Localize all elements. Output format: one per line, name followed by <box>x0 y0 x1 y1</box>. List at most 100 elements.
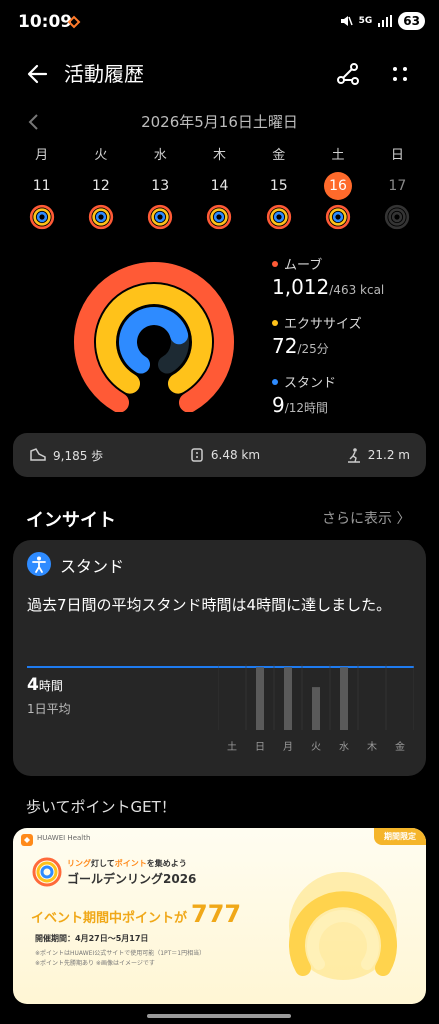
move-goal: /463 kcal <box>329 283 385 297</box>
mini-activity-rings <box>148 204 173 230</box>
distance-icon <box>191 448 203 462</box>
distance-value: 6.48 km <box>210 448 261 462</box>
stand-mini-ring <box>155 211 166 223</box>
exercise-label: エクササイズ <box>284 317 362 332</box>
day-number: 16 <box>324 172 353 200</box>
day-of-week: 水 <box>153 148 167 163</box>
golden-ring-graphic <box>289 872 397 980</box>
activity-rings <box>74 262 234 412</box>
tagline-light: 灯して <box>91 859 115 868</box>
insight-heading: インサイト <box>26 510 116 531</box>
activity-metrics: ムーブ 1,012/463 kcal エクササイズ 72/25分 スタンド 9/… <box>272 254 432 431</box>
average-unit: 時間 <box>38 679 63 693</box>
insight-more-link[interactable]: さらに表示 〉 <box>322 508 410 528</box>
day-column[interactable]: 土 16 <box>308 146 367 230</box>
move-value: 1,012 <box>272 275 330 299</box>
exercise-goal: /25分 <box>297 342 329 356</box>
day-of-week: 金 <box>272 148 286 163</box>
day-column[interactable]: 金 15 <box>249 146 308 230</box>
stand-person-icon <box>27 552 51 576</box>
day-number: 13 <box>151 178 170 194</box>
day-of-week: 木 <box>212 148 226 163</box>
exercise-value: 72 <box>272 334 298 358</box>
week-strip: 月 11 火 12 水 13 木 14 金 15 土 16 日 17 <box>12 146 427 230</box>
status-right: 5G 63 <box>339 12 425 30</box>
promo-period: 開催期間：4月27日～5月17日 <box>35 934 149 943</box>
huawei-health-logo-icon <box>21 834 33 846</box>
chart-day-label: 木 <box>367 741 377 753</box>
limited-badge: 期間限定 <box>374 828 426 845</box>
day-column[interactable]: 日 17 <box>368 146 427 230</box>
day-number: 12 <box>92 178 110 194</box>
move-label: ムーブ <box>284 258 323 273</box>
chart-bar <box>256 667 264 730</box>
stand-mini-ring <box>95 211 107 223</box>
mini-activity-rings <box>385 204 410 230</box>
promo-headline: イベント期間中ポイントが 777 <box>31 900 241 928</box>
average-value: 4時間 <box>27 675 63 695</box>
day-of-week: 日 <box>390 148 404 163</box>
more-options-icon[interactable] <box>386 60 414 88</box>
steps-stat: 9,185 歩 <box>29 447 103 464</box>
chart-day-label: 金 <box>395 740 405 753</box>
shoe-icon <box>30 448 46 461</box>
date-label: 2026年5月16日土曜日 <box>141 113 298 131</box>
day-column[interactable]: 月 11 <box>12 146 71 230</box>
chart-day-label: 月 <box>283 741 293 753</box>
day-column[interactable]: 水 13 <box>131 146 190 230</box>
distance-stat: 6.48 km <box>189 447 260 463</box>
day-number: 15 <box>269 178 288 194</box>
signal-icon <box>378 15 393 27</box>
average-label: 1日平均 <box>27 702 71 716</box>
stats-bar[interactable]: 9,185 歩 6.48 km 21.2 m <box>13 433 426 477</box>
tagline-collect: を集めよう <box>146 859 187 868</box>
day-number: 17 <box>388 178 407 194</box>
chart-bar <box>340 667 348 730</box>
mini-activity-rings <box>266 204 291 230</box>
home-indicator[interactable] <box>147 1014 291 1018</box>
exercise-dot <box>272 319 278 326</box>
campaign-name: ゴールデンリング2026 <box>67 872 197 886</box>
tagline-ring: リング <box>67 859 91 868</box>
day-column[interactable]: 木 14 <box>190 146 249 230</box>
climb-icon <box>347 448 360 463</box>
promo-note-2: ※ポイント先勝期あり ※画像はイメージです <box>35 960 155 967</box>
tagline-points: ポイント <box>114 859 147 868</box>
stand-goal: /12時間 <box>284 401 329 415</box>
battery-indicator: 63 <box>398 12 425 30</box>
day-number: 11 <box>32 178 51 194</box>
stand-mini-ring <box>273 211 284 223</box>
stand-label: スタンド <box>284 376 337 391</box>
share-icon[interactable] <box>334 60 362 88</box>
insight-card-title: スタンド <box>60 557 125 576</box>
chart-day-label: 水 <box>339 741 349 753</box>
day-of-week: 土 <box>331 148 345 163</box>
chart-day-label: 火 <box>311 741 321 753</box>
climb-stat: 21.2 m <box>346 447 410 463</box>
stand-metric: スタンド 9/12時間 <box>272 372 432 417</box>
promo-note-1: ※ポイントはHUAWEI公式サイトで使用可能（1PT＝1円相当） <box>35 950 206 957</box>
chart-day-label: 土 <box>227 740 237 753</box>
chart-day-label: 日 <box>255 742 265 753</box>
day-of-week: 月 <box>35 148 49 163</box>
stand-mini-ring <box>36 211 47 223</box>
chart-bar <box>312 687 320 730</box>
mini-activity-rings <box>88 204 114 230</box>
network-label: 5G <box>358 16 373 26</box>
day-of-week: 火 <box>94 148 108 163</box>
climb-value: 21.2 m <box>367 448 410 462</box>
promo-brand: HUAWEI Health <box>37 834 91 842</box>
back-arrow-icon[interactable] <box>24 60 52 88</box>
promo-banner[interactable]: HUAWEI Health 期間限定 リング灯してポイントを集めよう ゴールデン… <box>13 828 426 1004</box>
day-column[interactable]: 火 12 <box>71 146 130 230</box>
huawei-health-notification-icon <box>67 15 81 29</box>
stand-mini-ring <box>332 211 344 223</box>
headline-text: イベント期間中ポイントが <box>31 911 188 926</box>
exercise-metric: エクササイズ 72/25分 <box>272 313 432 358</box>
mini-activity-rings <box>325 204 351 230</box>
stand-dot <box>272 378 278 385</box>
page-title: 活動履歴 <box>64 62 144 86</box>
promo-tagline: リング灯してポイントを集めよう <box>67 858 187 869</box>
insight-card-text: 過去7日間の平均スタンド時間は4時間に達しました。 <box>27 596 392 614</box>
average-number: 4 <box>27 675 39 695</box>
